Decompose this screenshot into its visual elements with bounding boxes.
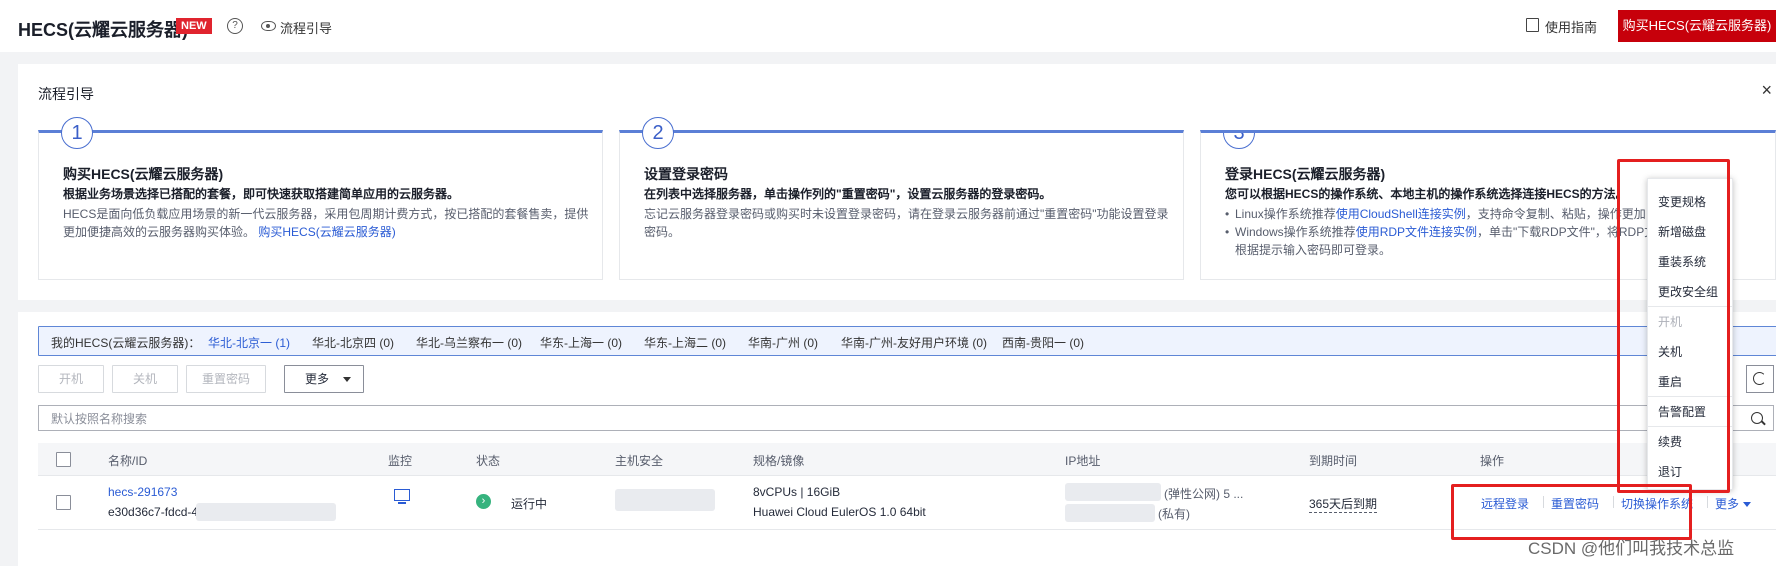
step-number: 2	[642, 117, 674, 149]
top-header: HECS(云耀云服务器) NEW ? 流程引导 使用指南 购买HECS(云耀云服…	[0, 0, 1776, 52]
step-number: 1	[61, 117, 93, 149]
image-text: Huawei Cloud EulerOS 1.0 64bit	[753, 505, 926, 519]
col-host-security: 主机安全	[615, 454, 664, 468]
region-tab-guiyang1[interactable]: 西南-贵阳一 (0)	[1002, 334, 1084, 351]
stop-button[interactable]: 关机	[112, 365, 178, 393]
col-status: 状态	[476, 454, 501, 468]
refresh-icon	[1753, 372, 1766, 385]
redacted-id	[196, 503, 336, 521]
new-badge: NEW	[176, 18, 212, 34]
step-description: HECS是面向低负载应用场景的新一代云服务器，采用包周期计费方式，按已搭配的套餐…	[63, 205, 593, 241]
close-icon[interactable]: ×	[1761, 80, 1772, 101]
region-tabs: 我的HECS(云耀云服务器)： 华北-北京一 (1) 华北-北京四 (0) 华北…	[38, 326, 1776, 356]
more-operations-link[interactable]: 更多	[1715, 495, 1752, 512]
col-ip: IP地址	[1065, 454, 1101, 468]
server-name-link[interactable]: hecs-291673	[108, 485, 177, 499]
region-tab-shanghai1[interactable]: 华东-上海一 (0)	[540, 334, 622, 351]
cloudshell-link[interactable]: 使用CloudShell连接实例	[1336, 207, 1466, 221]
step-number: 3	[1223, 133, 1255, 149]
col-spec-image: 规格/镜像	[753, 454, 805, 468]
document-icon	[1526, 18, 1539, 32]
highlight-box-operations	[1451, 484, 1692, 540]
col-operations: 操作	[1480, 454, 1505, 468]
chevron-down-icon	[1743, 502, 1752, 511]
step-title: 登录HECS(云耀云服务器)	[1225, 166, 1386, 182]
step-subtitle: 您可以根据HECS的操作系统、本地主机的操作系统选择连接HECS的方法。	[1225, 187, 1628, 201]
help-icon[interactable]: ?	[227, 18, 243, 34]
step-description: 忘记云服务器登录密码或购买时未设置登录密码，请在登录云服务器前通过"重置密码"功…	[644, 207, 1169, 239]
region-tab-guangzhou[interactable]: 华南-广州 (0)	[748, 334, 818, 351]
eye-icon	[261, 21, 276, 31]
region-tab-shanghai2[interactable]: 华东-上海二 (0)	[644, 334, 726, 351]
monitor-icon[interactable]	[394, 489, 410, 504]
table-header: 名称/ID 监控 状态 主机安全 规格/镜像 IP地址 到期时间 操作	[38, 443, 1776, 476]
spec-text: 8vCPUs | 16GiB	[753, 485, 841, 499]
status-text: 运行中	[511, 497, 548, 511]
col-monitor: 监控	[388, 454, 413, 468]
search-placeholder: 默认按照名称搜索	[51, 412, 148, 426]
redacted-host-security	[615, 489, 715, 511]
highlight-box-menu	[1617, 159, 1730, 493]
step-title: 设置登录密码	[644, 166, 728, 182]
guide-step-1: 1 购买HECS(云耀云服务器) 根据业务场景选择已搭配的套餐，即可快速获取搭建…	[38, 117, 603, 280]
op-separator	[1707, 496, 1708, 508]
row-checkbox[interactable]	[56, 495, 71, 510]
watermark: CSDN @他们叫我技术总监	[1528, 539, 1735, 558]
user-guide-link[interactable]: 使用指南	[1545, 17, 1597, 36]
reset-password-button[interactable]: 重置密码	[186, 365, 266, 393]
public-ip-label: (弹性公网) 5 ...	[1164, 487, 1244, 501]
step-title: 购买HECS(云耀云服务器)	[63, 166, 224, 182]
step-subtitle: 根据业务场景选择已搭配的套餐，即可快速获取搭建简单应用的云服务器。	[63, 187, 460, 201]
expiry-text: 365天后到期	[1309, 497, 1378, 513]
refresh-button[interactable]	[1746, 365, 1774, 393]
guide-step-2: 2 设置登录密码 在列表中选择服务器，单击操作列的"重置密码"，设置云服务器的登…	[619, 117, 1184, 280]
guide-title: 流程引导	[38, 86, 94, 102]
buy-hecs-link[interactable]: 购买HECS(云耀云服务器)	[258, 225, 395, 239]
region-tab-beijing1[interactable]: 华北-北京一 (1)	[208, 334, 290, 351]
flow-guide-link[interactable]: 流程引导	[280, 18, 332, 37]
running-status-icon: ›	[476, 494, 491, 509]
region-tab-guangzhou-friendly[interactable]: 华南-广州-友好用户环境 (0)	[841, 334, 987, 351]
page-title: HECS(云耀云服务器)	[18, 20, 188, 40]
start-button[interactable]: 开机	[38, 365, 104, 393]
server-id: e30d36c7-fdcd-4	[108, 505, 199, 519]
step-subtitle: 在列表中选择服务器，单击操作列的"重置密码"，设置云服务器的登录密码。	[644, 187, 1052, 201]
rdp-link[interactable]: 使用RDP文件连接实例	[1356, 225, 1477, 239]
buy-hecs-button[interactable]: 购买HECS(云耀云服务器)	[1618, 10, 1776, 42]
region-tab-beijing4[interactable]: 华北-北京四 (0)	[312, 334, 394, 351]
col-expiry: 到期时间	[1309, 454, 1358, 468]
search-icon[interactable]	[1751, 412, 1763, 424]
region-tab-ulanqab1[interactable]: 华北-乌兰察布一 (0)	[416, 334, 522, 351]
flow-guide-panel: 流程引导 × 1 购买HECS(云耀云服务器) 根据业务场景选择已搭配的套餐，即…	[18, 64, 1776, 300]
more-dropdown-button[interactable]: 更多	[284, 365, 364, 393]
col-name-id: 名称/ID	[108, 454, 148, 468]
redacted-private-ip	[1065, 504, 1155, 522]
private-ip-label: (私有)	[1158, 507, 1190, 521]
redacted-public-ip	[1065, 483, 1161, 501]
search-input[interactable]: 默认按照名称搜索	[38, 405, 1774, 431]
select-all-checkbox[interactable]	[56, 452, 71, 467]
region-label: 我的HECS(云耀云服务器)：	[51, 336, 201, 350]
